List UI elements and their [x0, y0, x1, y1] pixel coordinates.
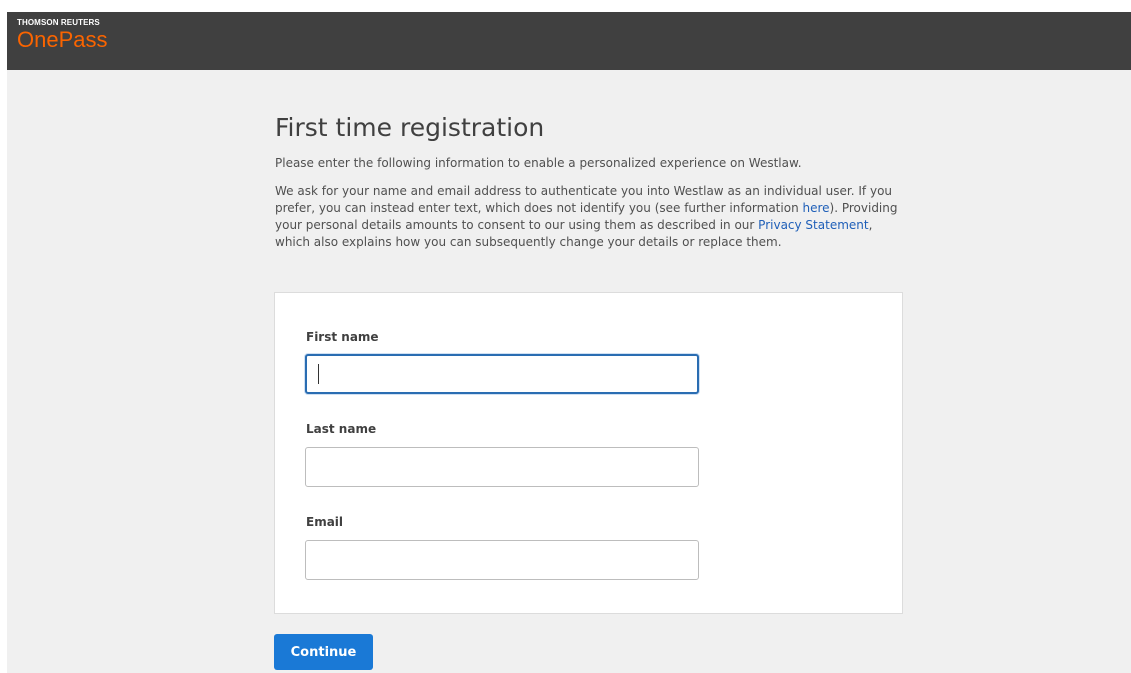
consent-text-part1: We ask for your name and email address t…: [275, 184, 893, 215]
last-name-label: Last name: [306, 422, 377, 436]
text-cursor: [318, 364, 319, 384]
here-link[interactable]: here: [802, 201, 829, 215]
last-name-input[interactable]: [305, 447, 699, 487]
consent-text: We ask for your name and email address t…: [275, 183, 905, 251]
page-title: First time registration: [275, 113, 545, 142]
brand-company: THOMSON REUTERS: [17, 18, 100, 27]
brand-logo-onepass[interactable]: OnePass: [17, 27, 108, 53]
first-name-input[interactable]: [305, 354, 699, 394]
intro-text: Please enter the following information t…: [275, 156, 802, 170]
registration-form-card: First name Last name Email: [274, 292, 903, 614]
privacy-statement-link[interactable]: Privacy Statement: [758, 218, 868, 232]
continue-button[interactable]: Continue: [274, 634, 373, 670]
first-name-label: First name: [306, 330, 379, 344]
top-bar: THOMSON REUTERS OnePass: [7, 12, 1131, 70]
page-frame: THOMSON REUTERS OnePass First time regis…: [7, 12, 1131, 673]
email-input[interactable]: [305, 540, 699, 580]
registration-intro: First time registration Please enter the…: [275, 110, 915, 251]
email-label: Email: [306, 515, 344, 529]
